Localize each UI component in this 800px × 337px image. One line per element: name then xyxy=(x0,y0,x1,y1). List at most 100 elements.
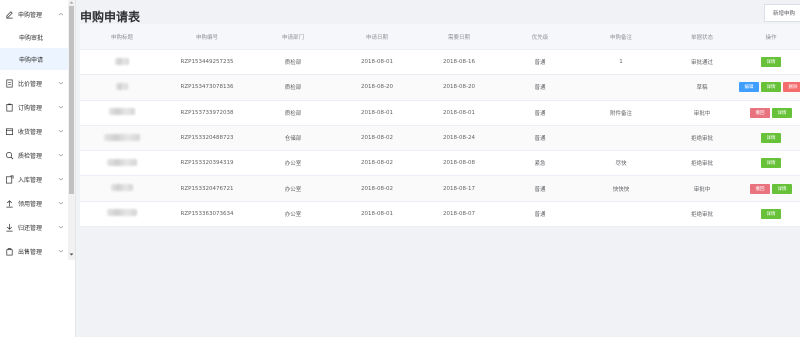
sidebar-item-price-compare[interactable]: 比价管理 xyxy=(0,71,68,95)
sidebar-item-quality[interactable]: 质检管理 xyxy=(0,143,68,167)
column-header: 申购备注 xyxy=(609,34,632,41)
detail-button[interactable]: 详情 xyxy=(761,57,781,68)
redacted-title xyxy=(104,133,140,141)
column-header: 优先级 xyxy=(531,34,549,41)
cell-need-date: 2018-08-01 xyxy=(443,109,475,116)
redacted-title xyxy=(109,108,135,116)
cell-need-date: 2018-08-20 xyxy=(443,84,475,91)
cell-code: RZP153733972038 xyxy=(180,109,234,116)
table-row: RZP153320476721 办公室 2018-08-02 2018-08-1… xyxy=(80,176,800,202)
cell-dept: 质检部 xyxy=(284,110,302,117)
detail-button[interactable]: 详情 xyxy=(761,133,781,144)
cell-need-date: 2018-08-17 xyxy=(443,185,475,192)
column-header: 申请部门 xyxy=(281,34,304,41)
cell-apply-date: 2018-08-01 xyxy=(361,210,393,217)
sidebar-item-label: 入库管理 xyxy=(18,176,43,184)
redacted-title xyxy=(115,57,129,65)
cell-remark: 尽快 xyxy=(615,161,627,168)
chevron-down-icon xyxy=(57,151,65,159)
column-header: 申购标题 xyxy=(110,34,133,41)
detail-button[interactable]: 详情 xyxy=(761,82,781,93)
cell-priority: 紧急 xyxy=(534,161,546,168)
cell-apply-date: 2018-08-01 xyxy=(361,59,393,66)
withdraw-button[interactable]: 撤回 xyxy=(750,183,770,194)
sidebar-item-requisition[interactable]: 领用管理 xyxy=(0,191,68,215)
edit-icon xyxy=(4,9,14,19)
sidebar-subitem-purchase-approval[interactable]: 申购审批 xyxy=(0,26,68,48)
sidebar-subitem-label: 申购申请 xyxy=(19,56,44,64)
chevron-down-icon xyxy=(57,247,65,255)
detail-button[interactable]: 详情 xyxy=(761,208,781,219)
inbox-icon xyxy=(4,174,14,184)
redacted-title xyxy=(107,158,137,166)
cell-code: RZP153320394319 xyxy=(180,160,234,167)
cell-status: 审批中 xyxy=(693,110,711,117)
scroll-up-icon[interactable] xyxy=(69,0,74,5)
cell-status: 草稿 xyxy=(696,85,708,92)
sidebar: 申购管理 申购审批 申购申请 比价管理 订购管理 收货管理 质检管理 入库管理 … xyxy=(0,0,76,337)
edit-button[interactable]: 编辑 xyxy=(739,82,759,93)
table-row: RZP153320394319 办公室 2018-08-02 2018-08-0… xyxy=(80,151,800,177)
sidebar-item-label: 质检管理 xyxy=(18,152,43,160)
chevron-down-icon xyxy=(57,103,65,111)
table-header: 申购标题 申购编号 申请部门 申请日期 需要日期 优先级 申购备注 单据状态 操… xyxy=(80,24,800,50)
cell-dept: 办公室 xyxy=(284,186,302,193)
new-request-button[interactable]: 新增申购 xyxy=(764,4,800,22)
column-header: 操作 xyxy=(765,34,777,41)
clipboard-icon xyxy=(4,102,14,112)
sidebar-subitem-purchase-application[interactable]: 申购申请 xyxy=(0,48,68,70)
page-title: 申购申请表 xyxy=(80,10,141,24)
cell-priority: 普通 xyxy=(534,136,546,143)
table-row: RZP153733972038 质检部 2018-08-01 2018-08-0… xyxy=(80,100,800,126)
withdraw-button[interactable]: 撤回 xyxy=(750,107,770,118)
chevron-down-icon xyxy=(57,175,65,183)
cell-remark: 1 xyxy=(619,59,623,66)
column-header: 单据状态 xyxy=(690,34,713,41)
cell-status: 拒绝审批 xyxy=(690,136,713,143)
cell-apply-date: 2018-08-02 xyxy=(361,135,393,142)
sidebar-item-label: 出售管理 xyxy=(18,248,43,256)
cell-code: RZP153473078136 xyxy=(180,84,234,91)
sidebar-item-label: 收货管理 xyxy=(18,128,43,136)
cell-dept: 质检部 xyxy=(284,60,302,67)
detail-button[interactable]: 详情 xyxy=(772,183,792,194)
receive-icon xyxy=(4,126,14,136)
sidebar-item-inbound[interactable]: 入库管理 xyxy=(0,167,68,191)
cell-status: 审批中 xyxy=(693,186,711,193)
download-icon xyxy=(4,222,14,232)
scrollbar-thumb[interactable] xyxy=(69,6,74,194)
chevron-down-icon xyxy=(57,199,65,207)
delete-button[interactable]: 删除 xyxy=(783,82,800,93)
cell-need-date: 2018-08-07 xyxy=(443,210,475,217)
detail-button[interactable]: 详情 xyxy=(761,158,781,169)
sidebar-item-return[interactable]: 归还管理 xyxy=(0,215,68,239)
sidebar-item-label: 申购管理 xyxy=(18,11,43,19)
chevron-up-icon xyxy=(57,10,65,18)
cell-status: 审批通过 xyxy=(690,60,713,67)
sidebar-item-label: 比价管理 xyxy=(18,80,43,88)
cell-dept: 办公室 xyxy=(284,161,302,168)
cell-status: 拒绝审批 xyxy=(690,211,713,218)
cell-dept: 办公室 xyxy=(284,211,302,218)
column-header: 需要日期 xyxy=(447,34,470,41)
cell-remark: 快快快 xyxy=(612,186,630,193)
sidebar-scrollbar[interactable] xyxy=(68,0,75,260)
cell-need-date: 2018-08-24 xyxy=(443,135,475,142)
cell-dept: 仓储部 xyxy=(284,136,302,143)
cell-apply-date: 2018-08-02 xyxy=(361,160,393,167)
chevron-down-icon xyxy=(57,79,65,87)
cell-priority: 普通 xyxy=(534,110,546,117)
sidebar-item-receive[interactable]: 收货管理 xyxy=(0,119,68,143)
sidebar-item-sales[interactable]: 出售管理 xyxy=(0,239,68,263)
chevron-down-icon xyxy=(57,127,65,135)
cell-apply-date: 2018-08-02 xyxy=(361,185,393,192)
cell-priority: 普通 xyxy=(534,186,546,193)
detail-button[interactable]: 详情 xyxy=(772,107,792,118)
sidebar-item-order[interactable]: 订购管理 xyxy=(0,95,68,119)
redacted-title xyxy=(111,184,133,192)
document-icon xyxy=(4,78,14,88)
sidebar-item-purchase-request[interactable]: 申购管理 xyxy=(0,2,68,26)
sidebar-subitem-label: 申购审批 xyxy=(19,34,44,42)
table-row: RZP153363073634 办公室 2018-08-01 2018-08-0… xyxy=(80,201,800,228)
scroll-down-icon[interactable] xyxy=(69,252,74,257)
